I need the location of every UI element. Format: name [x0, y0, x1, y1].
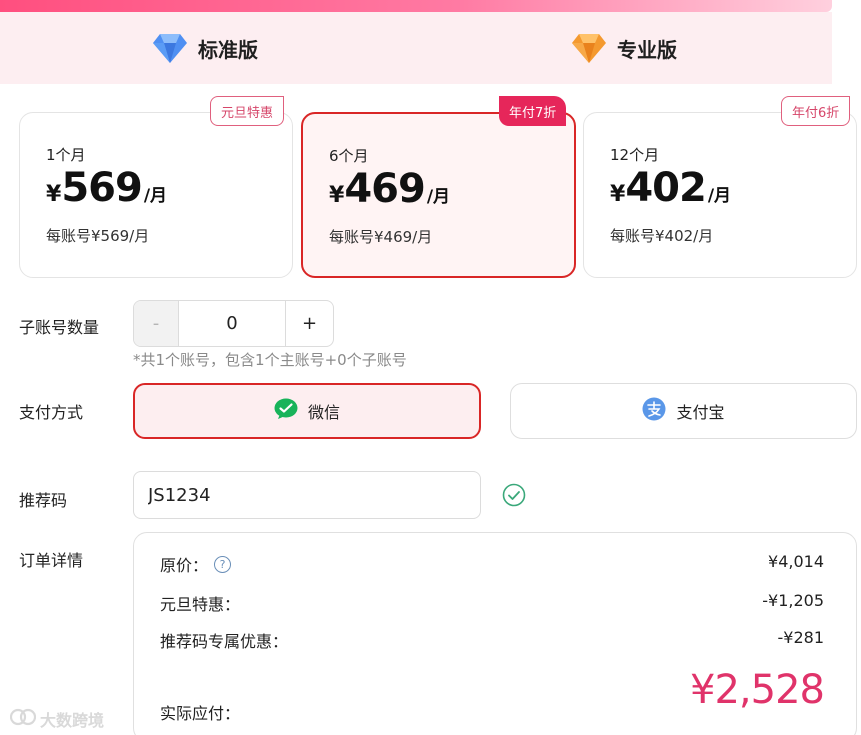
plan-duration: 12个月	[610, 146, 660, 164]
watermark-logo-icon	[9, 707, 37, 731]
plan-duration: 1个月	[46, 146, 86, 164]
sub-account-note: *共1个账号，包含1个主账号+0个子账号	[133, 351, 407, 369]
plan-card-1-month[interactable]: 1个月 ¥ 569 /月 每账号¥569/月	[19, 112, 293, 278]
plan-price: ¥ 569 /月	[46, 165, 167, 211]
alipay-icon	[642, 397, 666, 425]
wechat-pay-label: 微信	[307, 403, 340, 422]
plan-price-amount: 402	[625, 165, 706, 211]
total-payable-value: ¥2,528	[690, 667, 825, 713]
plan-price-amount: 569	[61, 165, 142, 211]
plan-per-account: 每账号¥402/月	[610, 227, 714, 245]
help-question-icon[interactable]: ?	[214, 555, 232, 573]
tab-standard[interactable]: 标准版	[152, 12, 258, 84]
plan-price-unit: /月	[426, 187, 451, 207]
plan-price-amount: 469	[344, 166, 425, 212]
tab-professional[interactable]: 专业版	[571, 12, 677, 84]
plan-price: ¥ 469 /月	[329, 166, 450, 212]
blue-diamond-icon	[152, 32, 188, 64]
plan-currency: ¥	[46, 182, 62, 207]
referral-discount-label: 推荐码专属优惠：	[160, 632, 289, 651]
plan-currency: ¥	[329, 183, 345, 208]
plan-per-account: 每账号¥469/月	[329, 228, 433, 246]
plan-badge-annual-40-off: 年付6折	[781, 96, 851, 126]
plan-price-unit: /月	[143, 186, 168, 206]
sub-account-stepper: - 0 +	[133, 300, 334, 347]
referral-label: 推荐码	[19, 491, 68, 510]
referral-discount-value: -¥281	[777, 628, 825, 647]
plan-card-6-months[interactable]: 6个月 ¥ 469 /月 每账号¥469/月	[301, 112, 576, 278]
order-details-label: 订单详情	[19, 551, 84, 570]
plan-currency: ¥	[610, 182, 626, 207]
alipay-button[interactable]: 支付宝	[510, 383, 857, 439]
promo-discount-label: 元旦特惠：	[160, 595, 241, 614]
top-gradient-strip	[0, 0, 832, 12]
referral-code-input[interactable]	[133, 471, 481, 519]
original-price-value: ¥4,014	[768, 552, 824, 571]
wechat-pay-button[interactable]: 微信	[133, 383, 481, 439]
original-price-row: 原价： ?	[160, 552, 232, 576]
original-price-label: 原价：	[160, 556, 209, 575]
decrement-button[interactable]: -	[134, 301, 179, 346]
payment-label: 支付方式	[19, 403, 84, 422]
pricing-panel: 标准版 专业版 1个月 ¥ 569 /月 每账号¥569/月 元旦特惠 6个月	[0, 0, 861, 735]
promo-discount-value: -¥1,205	[762, 591, 824, 610]
plan-per-account: 每账号¥569/月	[46, 227, 150, 245]
tab-standard-label: 标准版	[198, 37, 258, 62]
edition-tabbar: 标准版 专业版	[0, 12, 832, 84]
sub-account-count[interactable]: 0	[179, 301, 285, 346]
plan-duration: 6个月	[329, 147, 369, 165]
plan-badge-annual-30-off: 年付7折	[499, 96, 567, 126]
plan-card-12-months[interactable]: 12个月 ¥ 402 /月 每账号¥402/月	[583, 112, 857, 278]
order-details-box: 原价： ? ¥4,014 元旦特惠： -¥1,205 推荐码专属优惠： -¥28…	[133, 532, 857, 735]
plan-price: ¥ 402 /月	[610, 165, 731, 211]
watermark: 大数跨境	[9, 707, 105, 731]
alipay-label: 支付宝	[676, 403, 725, 422]
tab-professional-label: 专业版	[617, 37, 677, 62]
sub-account-label: 子账号数量	[19, 318, 100, 337]
watermark-text: 大数跨境	[40, 711, 105, 730]
increment-button[interactable]: +	[285, 301, 333, 346]
wechat-icon	[274, 398, 298, 424]
check-circle-icon	[502, 483, 526, 511]
plan-badge-new-year: 元旦特惠	[210, 96, 285, 126]
plan-price-unit: /月	[707, 186, 732, 206]
orange-diamond-icon	[571, 32, 607, 64]
total-payable-label: 实际应付：	[160, 704, 241, 723]
